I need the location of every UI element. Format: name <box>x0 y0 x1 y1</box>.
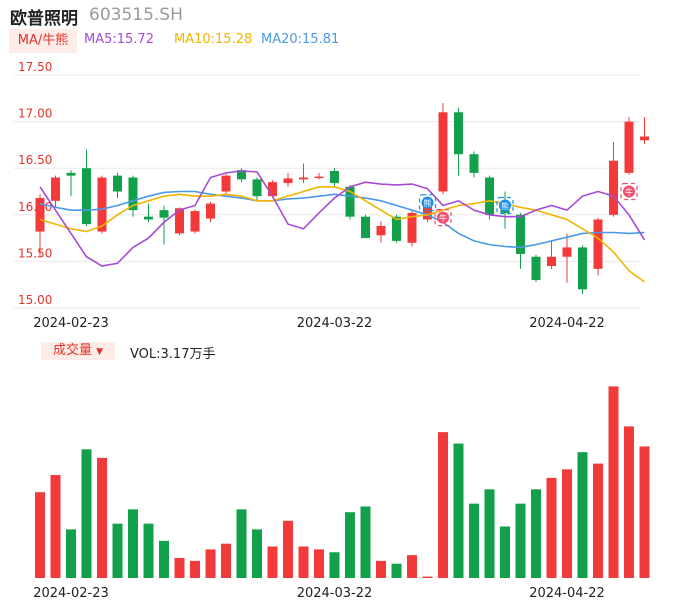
candle-body <box>547 256 556 267</box>
bull-marker-label: 牛 <box>439 213 447 223</box>
volume-bar <box>50 475 61 578</box>
bull-marker-label: 牛 <box>625 187 633 197</box>
volume-bar <box>345 512 355 578</box>
volume-bar <box>97 457 107 578</box>
candle-body <box>531 256 541 281</box>
candle-body <box>438 112 448 192</box>
x-date-label: 2024-02-23 <box>33 316 109 331</box>
candle-body <box>454 112 463 155</box>
volume-bar <box>500 526 510 578</box>
candle-body <box>485 177 494 215</box>
candle-body <box>190 211 200 232</box>
y-tick-label: 15.50 <box>18 246 52 260</box>
volume-bar <box>639 446 650 578</box>
volume-bar <box>329 552 340 578</box>
volume-bar <box>159 540 169 578</box>
volume-bar <box>624 426 634 578</box>
y-tick-label: 15.00 <box>18 293 52 307</box>
volume-bar <box>283 520 293 578</box>
candle-body <box>82 168 91 225</box>
volume-bar <box>236 509 247 578</box>
candle-body <box>361 216 370 239</box>
y-tick-label: 17.00 <box>18 107 52 121</box>
volume-bar <box>190 560 200 578</box>
x-date-label: 2024-03-22 <box>297 316 373 331</box>
volume-x-date-label: 2024-04-22 <box>529 586 605 601</box>
candle-body <box>392 216 401 241</box>
volume-bar <box>360 506 371 578</box>
volume-bar <box>66 529 76 578</box>
volume-bar <box>81 449 92 578</box>
volume-bar <box>531 489 541 578</box>
candle-body <box>206 203 215 219</box>
volume-bar <box>205 549 216 578</box>
volume-x-date-label: 2024-03-22 <box>297 586 373 601</box>
y-tick-label: 16.00 <box>18 200 52 214</box>
volume-bar <box>128 509 138 578</box>
y-tick-label: 17.50 <box>18 60 52 74</box>
candle-body <box>268 182 277 197</box>
candle-body <box>159 210 169 218</box>
volume-bar <box>298 546 309 578</box>
bear-marker-label: 熊 <box>424 198 432 208</box>
volume-bar <box>577 452 588 578</box>
volume-bar <box>608 386 619 578</box>
volume-bar <box>515 503 526 578</box>
candle-body <box>593 219 603 269</box>
candle-body <box>609 160 618 215</box>
volume-bar <box>546 477 557 578</box>
candle-body <box>35 198 45 232</box>
candle-body <box>113 175 122 192</box>
volume-bar <box>221 543 231 578</box>
candle-body <box>578 247 587 290</box>
volume-bar <box>407 555 417 578</box>
volume-bar <box>314 549 324 578</box>
candle-body <box>252 179 262 197</box>
volume-bar <box>143 523 154 578</box>
volume-bar <box>252 529 262 578</box>
volume-bar <box>267 546 278 578</box>
candle-body <box>640 136 649 141</box>
volume-bar <box>593 463 603 578</box>
y-tick-label: 16.50 <box>18 153 52 167</box>
candle-body <box>51 177 60 201</box>
volume-bar <box>562 469 572 578</box>
candle-body <box>299 177 308 180</box>
volume-bar <box>484 489 495 578</box>
candle-body <box>221 175 231 192</box>
kline-chart: 17.5017.0016.5016.0015.5015.00熊牛熊牛2024-0… <box>14 60 650 601</box>
candle-body <box>66 172 76 176</box>
volume-bar <box>391 563 402 578</box>
volume-bar <box>376 560 386 578</box>
candle-body <box>144 216 153 220</box>
volume-bar <box>453 443 464 578</box>
volume-bar <box>112 523 123 578</box>
x-date-label: 2024-04-22 <box>529 316 605 331</box>
candle-body <box>283 178 293 184</box>
candle-body <box>469 154 479 173</box>
volume-bar <box>174 557 185 578</box>
volume-bar <box>422 576 433 578</box>
volume-x-date-label: 2024-02-23 <box>33 586 109 601</box>
candle-body <box>330 170 339 184</box>
candle-body <box>624 121 634 173</box>
volume-bar <box>35 492 45 578</box>
volume-bar <box>438 432 448 578</box>
volume-bar <box>469 503 479 578</box>
bear-marker-label: 熊 <box>501 201 509 211</box>
candle-body <box>314 176 324 179</box>
candle-body <box>376 225 386 236</box>
candle-body <box>562 247 572 257</box>
